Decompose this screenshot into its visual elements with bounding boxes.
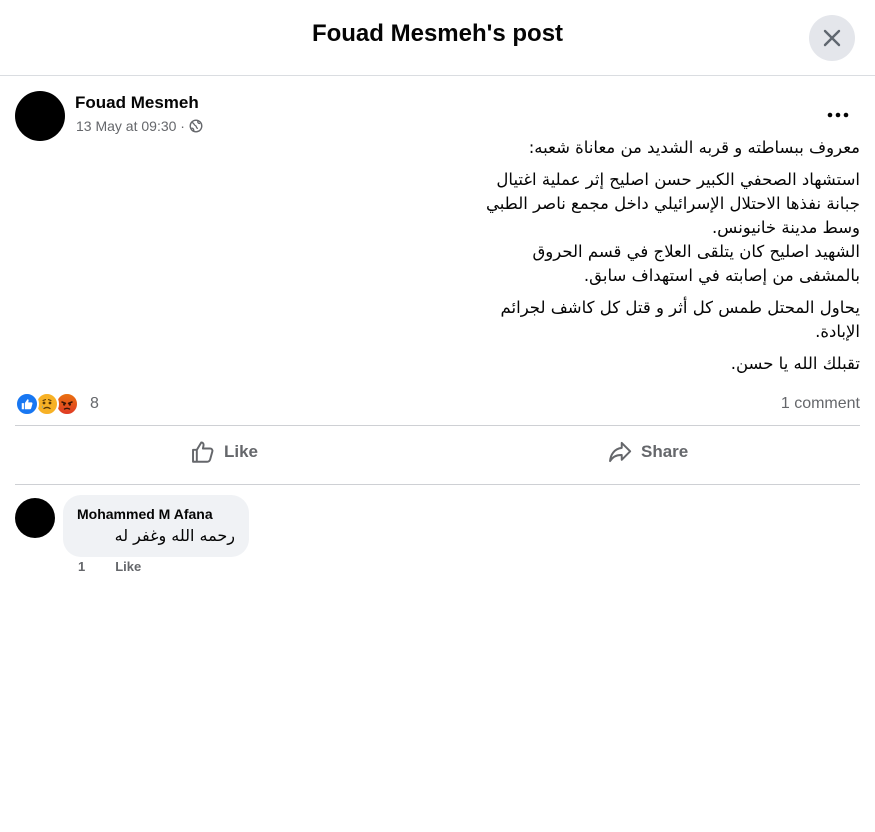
dialog-title: Fouad Mesmeh's post [311, 20, 564, 47]
post-paragraph: معروف ببساطته و قربه الشديد من معاناة شع… [528, 138, 860, 157]
post-header: Fouad Mesmeh 13 May at 09:30 · [15, 90, 860, 142]
like-button[interactable]: Like [190, 432, 258, 472]
post-text: معروف ببساطته و قربه الشديد من معاناة شع… [20, 136, 860, 376]
share-icon [609, 441, 632, 463]
like-label: Like [224, 442, 259, 461]
dialog-header: Fouad Mesmeh's post [0, 0, 875, 76]
divider [15, 425, 860, 426]
commenter-avatar[interactable] [15, 498, 55, 538]
thumbs-up-icon [192, 441, 214, 463]
post-options-button[interactable] [823, 100, 853, 130]
divider [15, 484, 860, 485]
author-avatar[interactable] [15, 91, 65, 141]
comment: Mohammed M Afana رحمه الله وغفر له 1 Lik… [15, 495, 860, 585]
comment-bubble: Mohammed M Afana رحمه الله وغفر له [63, 495, 249, 557]
reaction-icons[interactable] [15, 392, 79, 418]
comment-age[interactable]: 1 [78, 559, 85, 572]
like-reaction-icon [15, 392, 39, 416]
post-paragraph: يحاول المحتل طمس كل أثر و قتل كل كاشف لج… [500, 298, 860, 341]
comment-count[interactable]: 1 comment [781, 395, 860, 413]
post-paragraph: تقبلك الله يا حسن. [730, 354, 860, 373]
comment-actions: 1 Like [78, 559, 141, 572]
close-button[interactable] [809, 15, 855, 61]
reaction-count[interactable]: 8 [90, 395, 99, 413]
reactions-summary: 8 1 comment [15, 390, 860, 420]
comment-text: رحمه الله وغفر له [114, 526, 235, 545]
close-icon [823, 29, 841, 47]
author-name[interactable]: Fouad Mesmeh [75, 93, 199, 113]
post-meta: 13 May at 09:30 · [76, 118, 203, 134]
more-horizontal-icon [827, 112, 849, 118]
globe-icon[interactable] [189, 119, 203, 133]
share-button[interactable]: Share [607, 432, 688, 472]
post-paragraph: استشهاد الصحفي الكبير حسن اصليح إثر عملي… [485, 170, 860, 285]
post-timestamp[interactable]: 13 May at 09:30 · [76, 118, 185, 134]
comment-author[interactable]: Mohammed M Afana [77, 506, 213, 522]
share-label: Share [641, 442, 689, 461]
comment-like-button[interactable]: Like [115, 559, 141, 572]
